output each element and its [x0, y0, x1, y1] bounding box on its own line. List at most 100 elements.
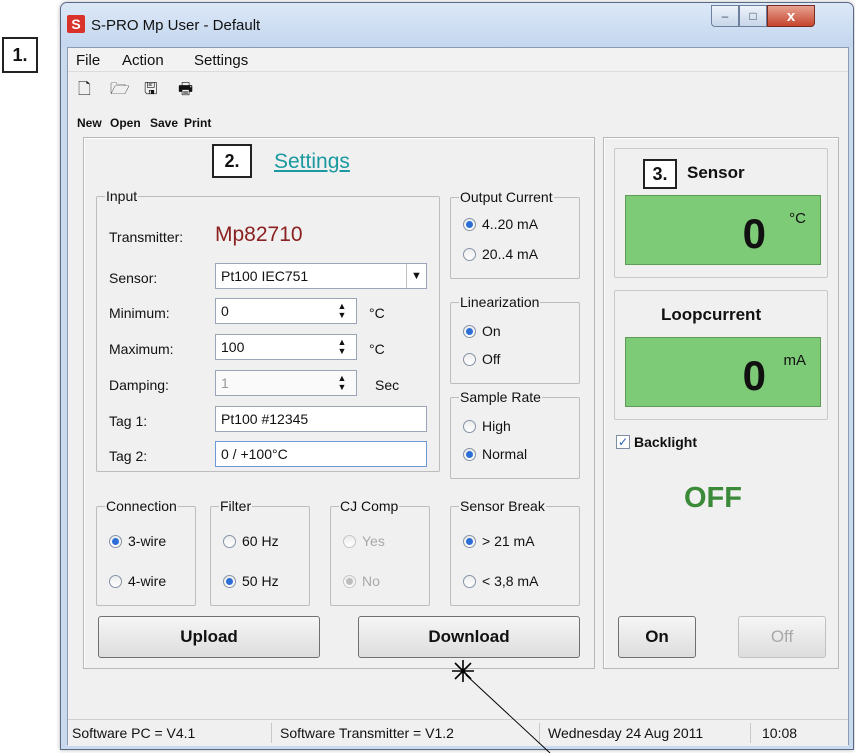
radio-indicator — [463, 574, 476, 588]
sensor-select-value: Pt100 IEC751 — [221, 268, 309, 284]
sensor-select[interactable]: Pt100 IEC751 ▼ — [215, 263, 427, 289]
toolbar-label-open[interactable]: Open — [110, 116, 141, 130]
menu-file[interactable]: File — [76, 52, 100, 69]
sensor-title: Sensor — [687, 163, 745, 182]
radio-indicator — [463, 247, 476, 261]
radio-label: Yes — [362, 533, 385, 549]
toolbar-label-save[interactable]: Save — [150, 116, 178, 130]
radio-break-low[interactable]: < 3,8 mA — [463, 573, 538, 589]
callout-1: 1. — [2, 37, 38, 73]
transmitter-label: Transmitter: — [109, 229, 184, 245]
backlight-checkbox[interactable]: ✓ Backlight — [616, 434, 697, 450]
tag1-value: Pt100 #12345 — [221, 411, 309, 427]
sensor-frame: 3. Sensor 0 °C — [614, 148, 828, 278]
radio-label: 3-wire — [128, 533, 167, 549]
maximum-spinner[interactable]: ▲ ▼ — [333, 335, 351, 359]
connection-group: Connection 3-wire 4-wire — [96, 498, 196, 606]
sensor-reading: 0 — [742, 210, 766, 257]
close-button[interactable]: x — [767, 5, 815, 27]
window-title: S-PRO Mp User - Default — [91, 17, 261, 34]
checkbox-check-icon: ✓ — [616, 435, 630, 449]
loopcurrent-display: 0 mA — [625, 337, 821, 407]
radio-indicator — [223, 534, 236, 548]
backlight-label: Backlight — [634, 434, 698, 450]
save-disk-icon[interactable]: 🖫 — [144, 78, 158, 105]
linearization-title: Linearization — [459, 294, 541, 310]
menu-action[interactable]: Action — [122, 52, 164, 69]
download-button[interactable]: Download — [358, 616, 580, 658]
status-date: Wednesday 24 Aug 2011 — [548, 725, 704, 741]
radio-indicator — [343, 534, 356, 548]
new-file-icon[interactable]: 🗋 — [78, 78, 91, 105]
minimum-label: Minimum: — [109, 305, 170, 321]
menu-settings[interactable]: Settings — [194, 52, 248, 69]
settings-link[interactable]: Settings — [274, 150, 350, 174]
radio-label: < 3,8 mA — [482, 573, 539, 589]
status-software-transmitter: Software Transmitter = V1.2 — [280, 725, 454, 741]
backlight-on-button[interactable]: On — [618, 616, 696, 658]
status-time: 10:08 — [762, 725, 798, 741]
radio-indicator — [223, 574, 236, 588]
radio-indicator — [109, 534, 122, 548]
tag2-value: 0 / +100°C — [221, 446, 288, 462]
settings-panel: 2. Settings Input Transmitter: Mp82710 S… — [83, 137, 595, 669]
loopcurrent-unit: mA — [783, 352, 807, 369]
radio-indicator — [463, 419, 476, 433]
damping-unit: Sec — [375, 377, 400, 393]
radio-indicator — [463, 217, 476, 231]
cj-comp-title: CJ Comp — [339, 498, 400, 514]
radio-sample-high[interactable]: High — [463, 418, 511, 434]
chevron-down-icon[interactable]: ▼ — [406, 264, 426, 288]
damping-spinner[interactable]: ▲ ▼ — [333, 371, 351, 395]
radio-indicator — [463, 352, 476, 366]
loopcurrent-frame: Loopcurrent 0 mA — [614, 290, 828, 420]
radio-label: 50 Hz — [242, 573, 279, 589]
app-logo-icon: S — [67, 15, 85, 33]
radio-indicator — [109, 574, 122, 588]
transmitter-value: Mp82710 — [215, 223, 303, 246]
callout-2: 2. — [212, 144, 252, 178]
loopcurrent-title: Loopcurrent — [661, 305, 762, 324]
backlight-off-button[interactable]: Off — [738, 616, 826, 658]
filter-title: Filter — [219, 498, 253, 514]
callout-3: 3. — [643, 159, 677, 189]
output-current-group: Output Current 4..20 mA 20..4 mA — [450, 189, 580, 279]
maximum-label: Maximum: — [109, 341, 174, 357]
backlight-status: OFF — [684, 482, 742, 514]
connection-title: Connection — [105, 498, 178, 514]
radio-linearization-on[interactable]: On — [463, 323, 501, 339]
input-group-title: Input — [105, 188, 139, 204]
upload-button[interactable]: Upload — [98, 616, 320, 658]
radio-60-hz[interactable]: 60 Hz — [223, 533, 279, 549]
pointer-line — [465, 674, 551, 753]
toolbar-label-print[interactable]: Print — [184, 116, 211, 130]
radio-cj-yes[interactable]: Yes — [343, 533, 385, 549]
radio-20-4-ma[interactable]: 20..4 mA — [463, 246, 538, 262]
radio-4-wire[interactable]: 4-wire — [109, 573, 166, 589]
tag1-label: Tag 1: — [109, 413, 148, 429]
tag1-input[interactable]: Pt100 #12345 — [215, 406, 427, 432]
radio-linearization-off[interactable]: Off — [463, 351, 500, 367]
radio-label: Off — [482, 351, 501, 367]
minimize-button[interactable]: – — [711, 5, 739, 27]
print-icon[interactable]: 🖶 — [178, 78, 193, 105]
tag2-label: Tag 2: — [109, 448, 148, 464]
tag2-input[interactable]: 0 / +100°C — [215, 441, 427, 467]
minimum-spinner[interactable]: ▲ ▼ — [333, 299, 351, 323]
radio-break-high[interactable]: > 21 mA — [463, 533, 535, 549]
title-bar[interactable]: S S-PRO Mp User - Default – □ x — [61, 3, 853, 47]
radio-sample-normal[interactable]: Normal — [463, 446, 527, 462]
cj-comp-group: CJ Comp Yes No — [330, 498, 430, 606]
radio-label: Normal — [482, 446, 528, 462]
radio-50-hz[interactable]: 50 Hz — [223, 573, 279, 589]
maximize-button[interactable]: □ — [739, 5, 767, 27]
radio-3-wire[interactable]: 3-wire — [109, 533, 166, 549]
radio-cj-no[interactable]: No — [343, 573, 380, 589]
radio-label: 60 Hz — [242, 533, 279, 549]
toolbar-label-new[interactable]: New — [77, 116, 102, 130]
monitor-panel: 3. Sensor 0 °C Loopcurrent 0 mA ✓ Backli… — [603, 137, 839, 669]
radio-indicator — [463, 534, 476, 548]
radio-4-20-ma[interactable]: 4..20 mA — [463, 216, 538, 232]
open-folder-icon[interactable]: 🗁 — [110, 78, 130, 105]
output-current-title: Output Current — [459, 189, 554, 205]
